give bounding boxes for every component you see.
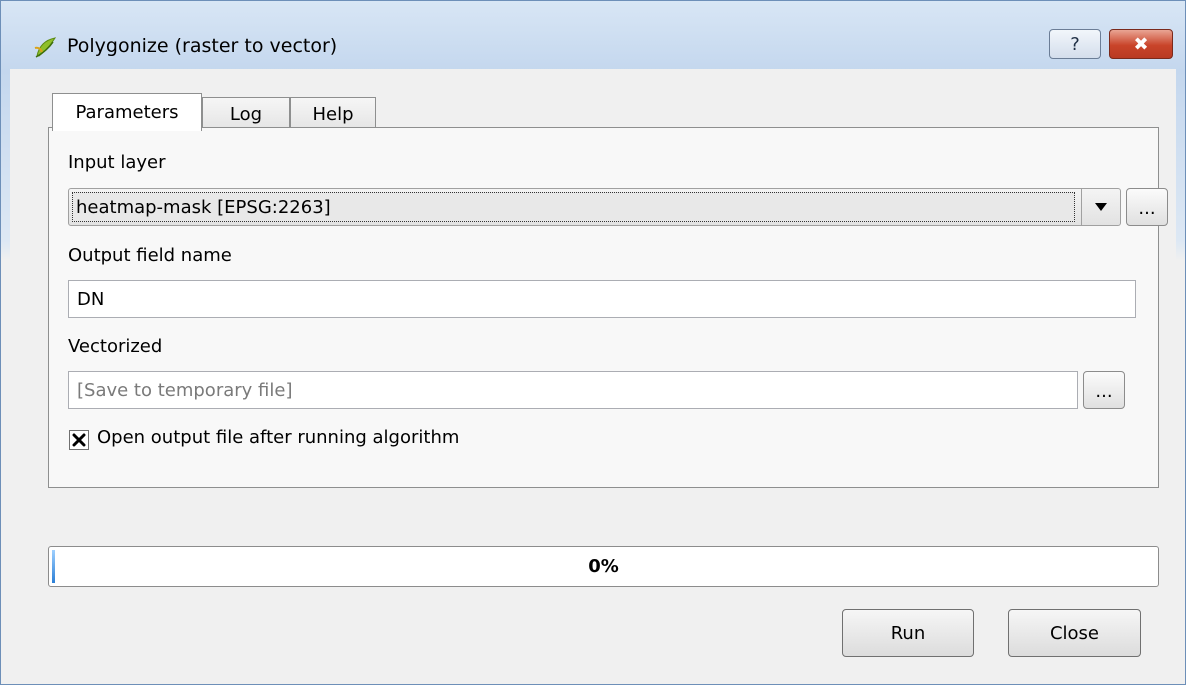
tab-label: Parameters [75,102,179,123]
tab-label: Help [312,104,354,125]
output-field-input[interactable]: DN [68,280,1136,318]
close-button[interactable]: Close [1008,609,1141,657]
help-button[interactable]: ? [1049,29,1101,59]
window-title: Polygonize (raster to vector) [67,35,338,57]
progress-bar: 0% [48,546,1159,587]
close-window-button[interactable]: ✖ [1109,29,1173,59]
open-output-checkbox[interactable] [69,430,89,450]
dialog-window: Polygonize (raster to vector) ? ✖ Parame… [0,0,1186,685]
input-layer-browse-button[interactable]: ... [1126,188,1168,226]
parameters-panel: Input layer heatmap-mask [EPSG:2263] ...… [48,127,1168,488]
input-layer-value: heatmap-mask [EPSG:2263] [72,192,1075,222]
help-icon: ? [1070,33,1080,55]
qgis-logo-icon [33,34,59,60]
run-button[interactable]: Run [842,609,974,657]
vectorized-input[interactable]: [Save to temporary file] [68,371,1078,409]
chevron-down-icon[interactable] [1081,189,1120,225]
tab-help[interactable]: Help [290,97,376,131]
progress-text: 0% [588,556,619,577]
vectorized-browse-button[interactable]: ... [1083,371,1125,409]
vectorized-label: Vectorized [68,336,163,357]
close-icon: ✖ [1133,33,1149,55]
vectorized-placeholder: [Save to temporary file] [77,379,293,401]
open-output-label: Open output file after running algorithm [97,427,460,448]
tab-label: Log [229,104,263,125]
checkbox-checked-icon [72,433,86,447]
input-layer-select[interactable]: heatmap-mask [EPSG:2263] [68,188,1121,226]
input-layer-label: Input layer [68,152,166,173]
dialog-body: Parameters Log Help Input layer heatmap-… [10,69,1176,677]
output-field-label: Output field name [68,245,232,266]
tab-parameters[interactable]: Parameters [52,93,202,131]
tab-log[interactable]: Log [202,97,290,131]
title-bar[interactable] [1,1,1185,31]
